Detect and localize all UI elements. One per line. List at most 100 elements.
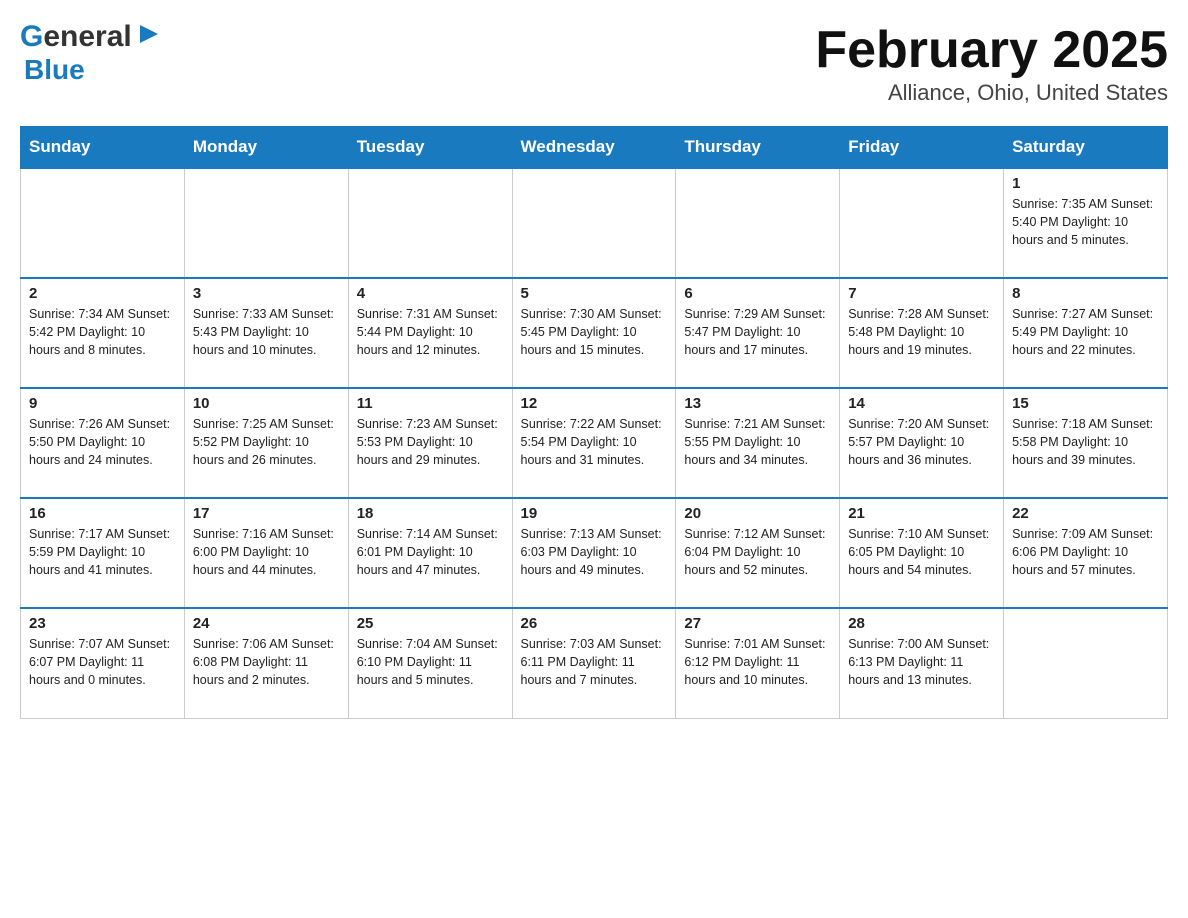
calendar-cell: 21 Sunrise: 7:10 AM Sunset: 6:05 PM Dayli…: [840, 498, 1004, 608]
calendar-cell: 10Sunrise: 7:25 AM Sunset: 5:52 PM Dayli…: [184, 388, 348, 498]
day-sun-info: Sunrise: 7:22 AM Sunset: 5:54 PM Dayligh…: [521, 415, 668, 469]
calendar-cell: 19 Sunrise: 7:13 AM Sunset: 6:03 PM Dayli…: [512, 498, 676, 608]
calendar-cell: 26 Sunrise: 7:03 AM Sunset: 6:11 PM Dayli…: [512, 608, 676, 718]
day-number: 1: [1012, 175, 1159, 192]
day-sun-info: Sunrise: 7:20 AM Sunset: 5:57 PM Dayligh…: [848, 415, 995, 469]
title-block: February 2025 Alliance, Ohio, United Sta…: [815, 20, 1168, 106]
day-header-tuesday: Tuesday: [348, 127, 512, 169]
day-sun-info: Sunrise: 7:04 AM Sunset: 6:10 PM Dayligh…: [357, 635, 504, 689]
day-sun-info: Sunrise: 7:34 AM Sunset: 5:42 PM Dayligh…: [29, 305, 176, 359]
day-number: 27: [684, 615, 831, 632]
day-sun-info: Sunrise: 7:30 AM Sunset: 5:45 PM Dayligh…: [521, 305, 668, 359]
calendar-cell: 28 Sunrise: 7:00 AM Sunset: 6:13 PM Dayli…: [840, 608, 1004, 718]
calendar-cell: [1004, 608, 1168, 718]
day-number: 11: [357, 395, 504, 412]
day-sun-info: Sunrise: 7:31 AM Sunset: 5:44 PM Dayligh…: [357, 305, 504, 359]
day-number: 26: [521, 615, 668, 632]
day-sun-info: Sunrise: 7:01 AM Sunset: 6:12 PM Dayligh…: [684, 635, 831, 689]
day-sun-info: Sunrise: 7:09 AM Sunset: 6:06 PM Dayligh…: [1012, 525, 1159, 579]
day-sun-info: Sunrise: 7:18 AM Sunset: 5:58 PM Dayligh…: [1012, 415, 1159, 469]
day-header-thursday: Thursday: [676, 127, 840, 169]
calendar-cell: 4 Sunrise: 7:31 AM Sunset: 5:44 PM Daylig…: [348, 278, 512, 388]
logo-blue-text: Blue: [24, 54, 85, 85]
day-number: 16: [29, 505, 176, 522]
calendar-week-row: 23 Sunrise: 7:07 AM Sunset: 6:07 PM Dayli…: [21, 608, 1168, 718]
day-sun-info: Sunrise: 7:28 AM Sunset: 5:48 PM Dayligh…: [848, 305, 995, 359]
day-number: 5: [521, 285, 668, 302]
day-number: 22: [1012, 505, 1159, 522]
day-number: 25: [357, 615, 504, 632]
calendar-cell: 16 Sunrise: 7:17 AM Sunset: 5:59 PM Dayli…: [21, 498, 185, 608]
day-number: 6: [684, 285, 831, 302]
calendar-cell: 22 Sunrise: 7:09 AM Sunset: 6:06 PM Dayli…: [1004, 498, 1168, 608]
day-sun-info: Sunrise: 7:07 AM Sunset: 6:07 PM Dayligh…: [29, 635, 176, 689]
day-sun-info: Sunrise: 7:06 AM Sunset: 6:08 PM Dayligh…: [193, 635, 340, 689]
day-number: 21: [848, 505, 995, 522]
calendar-cell: 2 Sunrise: 7:34 AM Sunset: 5:42 PM Daylig…: [21, 278, 185, 388]
day-header-friday: Friday: [840, 127, 1004, 169]
calendar-cell: 14 Sunrise: 7:20 AM Sunset: 5:57 PM Dayli…: [840, 388, 1004, 498]
calendar-header-row: SundayMondayTuesdayWednesdayThursdayFrid…: [21, 127, 1168, 169]
day-sun-info: Sunrise: 7:10 AM Sunset: 6:05 PM Dayligh…: [848, 525, 995, 579]
day-number: 17: [193, 505, 340, 522]
calendar-cell: 12Sunrise: 7:22 AM Sunset: 5:54 PM Dayli…: [512, 388, 676, 498]
logo-arrow-icon: [140, 25, 158, 43]
day-sun-info: Sunrise: 7:12 AM Sunset: 6:04 PM Dayligh…: [684, 525, 831, 579]
calendar-cell: 25 Sunrise: 7:04 AM Sunset: 6:10 PM Dayli…: [348, 608, 512, 718]
day-sun-info: Sunrise: 7:17 AM Sunset: 5:59 PM Dayligh…: [29, 525, 176, 579]
day-number: 8: [1012, 285, 1159, 302]
day-sun-info: Sunrise: 7:35 AM Sunset: 5:40 PM Dayligh…: [1012, 195, 1159, 249]
day-header-wednesday: Wednesday: [512, 127, 676, 169]
day-sun-info: Sunrise: 7:00 AM Sunset: 6:13 PM Dayligh…: [848, 635, 995, 689]
day-number: 2: [29, 285, 176, 302]
day-sun-info: Sunrise: 7:26 AM Sunset: 5:50 PM Dayligh…: [29, 415, 176, 469]
calendar-week-row: 2 Sunrise: 7:34 AM Sunset: 5:42 PM Daylig…: [21, 278, 1168, 388]
day-number: 28: [848, 615, 995, 632]
calendar-cell: 3 Sunrise: 7:33 AM Sunset: 5:43 PM Daylig…: [184, 278, 348, 388]
calendar-cell: 5 Sunrise: 7:30 AM Sunset: 5:45 PM Daylig…: [512, 278, 676, 388]
page-header: General Blue February 2025 Alliance, Ohi…: [20, 20, 1168, 106]
calendar-cell: 24 Sunrise: 7:06 AM Sunset: 6:08 PM Dayli…: [184, 608, 348, 718]
calendar-cell: [512, 168, 676, 278]
day-header-sunday: Sunday: [21, 127, 185, 169]
day-number: 19: [521, 505, 668, 522]
day-sun-info: Sunrise: 7:21 AM Sunset: 5:55 PM Dayligh…: [684, 415, 831, 469]
calendar-cell: 20Sunrise: 7:12 AM Sunset: 6:04 PM Dayli…: [676, 498, 840, 608]
calendar-cell: 7 Sunrise: 7:28 AM Sunset: 5:48 PM Daylig…: [840, 278, 1004, 388]
day-number: 18: [357, 505, 504, 522]
calendar-cell: 11 Sunrise: 7:23 AM Sunset: 5:53 PM Dayli…: [348, 388, 512, 498]
day-sun-info: Sunrise: 7:03 AM Sunset: 6:11 PM Dayligh…: [521, 635, 668, 689]
calendar-subtitle: Alliance, Ohio, United States: [815, 80, 1168, 106]
calendar-cell: [184, 168, 348, 278]
logo-g-letter: G: [20, 20, 43, 53]
day-number: 15: [1012, 395, 1159, 412]
calendar-title: February 2025: [815, 20, 1168, 80]
day-number: 10: [193, 395, 340, 412]
day-sun-info: Sunrise: 7:27 AM Sunset: 5:49 PM Dayligh…: [1012, 305, 1159, 359]
calendar-cell: [840, 168, 1004, 278]
day-number: 14: [848, 395, 995, 412]
day-number: 7: [848, 285, 995, 302]
day-number: 24: [193, 615, 340, 632]
day-sun-info: Sunrise: 7:23 AM Sunset: 5:53 PM Dayligh…: [357, 415, 504, 469]
calendar-cell: 15 Sunrise: 7:18 AM Sunset: 5:58 PM Dayli…: [1004, 388, 1168, 498]
day-sun-info: Sunrise: 7:33 AM Sunset: 5:43 PM Dayligh…: [193, 305, 340, 359]
calendar-week-row: 9Sunrise: 7:26 AM Sunset: 5:50 PM Daylig…: [21, 388, 1168, 498]
calendar-week-row: 16 Sunrise: 7:17 AM Sunset: 5:59 PM Dayli…: [21, 498, 1168, 608]
day-sun-info: Sunrise: 7:14 AM Sunset: 6:01 PM Dayligh…: [357, 525, 504, 579]
calendar-cell: 27 Sunrise: 7:01 AM Sunset: 6:12 PM Dayli…: [676, 608, 840, 718]
calendar-cell: 6 Sunrise: 7:29 AM Sunset: 5:47 PM Daylig…: [676, 278, 840, 388]
calendar-cell: 18 Sunrise: 7:14 AM Sunset: 6:01 PM Dayli…: [348, 498, 512, 608]
day-number: 23: [29, 615, 176, 632]
day-number: 4: [357, 285, 504, 302]
day-sun-info: Sunrise: 7:29 AM Sunset: 5:47 PM Dayligh…: [684, 305, 831, 359]
calendar-cell: 1 Sunrise: 7:35 AM Sunset: 5:40 PM Daylig…: [1004, 168, 1168, 278]
day-number: 3: [193, 285, 340, 302]
calendar-cell: 8 Sunrise: 7:27 AM Sunset: 5:49 PM Daylig…: [1004, 278, 1168, 388]
calendar-table: SundayMondayTuesdayWednesdayThursdayFrid…: [20, 126, 1168, 719]
calendar-week-row: 1 Sunrise: 7:35 AM Sunset: 5:40 PM Daylig…: [21, 168, 1168, 278]
day-sun-info: Sunrise: 7:13 AM Sunset: 6:03 PM Dayligh…: [521, 525, 668, 579]
day-sun-info: Sunrise: 7:16 AM Sunset: 6:00 PM Dayligh…: [193, 525, 340, 579]
calendar-cell: 13Sunrise: 7:21 AM Sunset: 5:55 PM Dayli…: [676, 388, 840, 498]
calendar-cell: 23 Sunrise: 7:07 AM Sunset: 6:07 PM Dayli…: [21, 608, 185, 718]
